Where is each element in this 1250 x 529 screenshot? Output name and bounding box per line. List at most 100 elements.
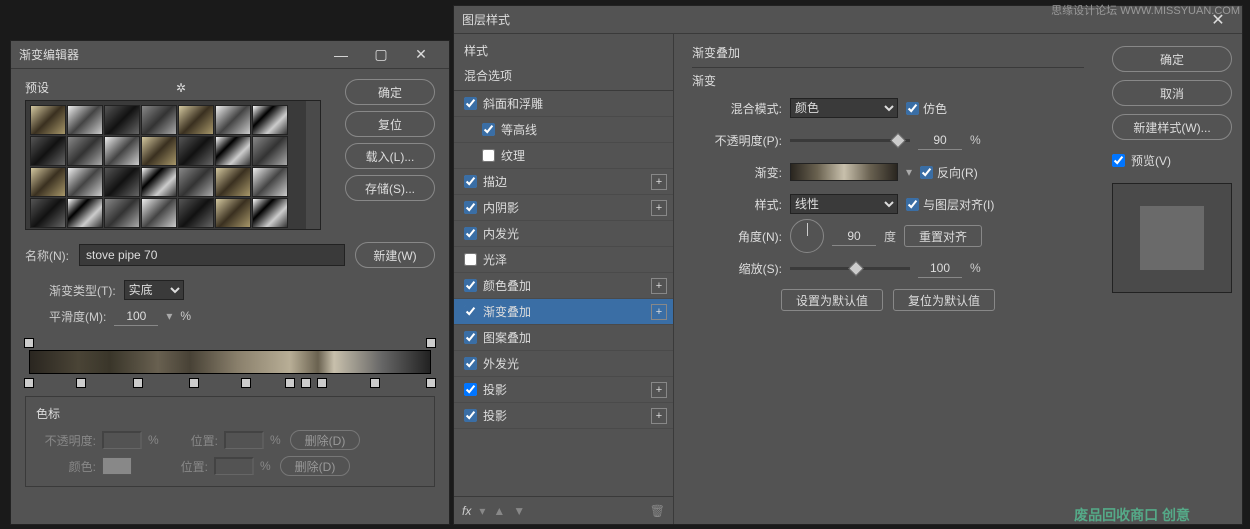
- new-style-button[interactable]: 新建样式(W)...: [1112, 114, 1232, 140]
- color-stop[interactable]: [24, 378, 34, 388]
- pattern-overlay-checkbox[interactable]: [464, 331, 477, 344]
- dither-checkbox[interactable]: [906, 102, 919, 115]
- preset-swatch[interactable]: [67, 136, 103, 166]
- preset-swatch[interactable]: [30, 167, 66, 197]
- preset-swatch[interactable]: [141, 167, 177, 197]
- stop-position-input[interactable]: [214, 457, 254, 475]
- stop-opacity-input[interactable]: [102, 431, 142, 449]
- style-item-inner-glow[interactable]: 内发光: [454, 221, 673, 247]
- reset-align-button[interactable]: 重置对齐: [904, 225, 982, 247]
- outer-glow-checkbox[interactable]: [464, 357, 477, 370]
- style-item-stroke[interactable]: 描边+: [454, 169, 673, 195]
- stop-position-input[interactable]: [224, 431, 264, 449]
- preset-swatch[interactable]: [104, 167, 140, 197]
- add-color-overlay-button[interactable]: +: [651, 278, 667, 294]
- bevel-checkbox[interactable]: [464, 97, 477, 110]
- add-drop-shadow-button[interactable]: +: [651, 408, 667, 424]
- contour-checkbox[interactable]: [482, 123, 495, 136]
- style-item-satin[interactable]: 光泽: [454, 247, 673, 273]
- preset-swatch[interactable]: [215, 136, 251, 166]
- delete-stop-button[interactable]: 删除(D): [290, 430, 360, 450]
- preset-swatch[interactable]: [252, 136, 288, 166]
- preset-swatch[interactable]: [67, 105, 103, 135]
- gradient-preview-button[interactable]: [790, 163, 898, 181]
- arrow-up-icon[interactable]: ▲: [493, 504, 505, 518]
- preset-swatch[interactable]: [141, 136, 177, 166]
- color-stop[interactable]: [301, 378, 311, 388]
- save-button[interactable]: 存储(S)...: [345, 175, 435, 201]
- chevron-down-icon[interactable]: ▾: [166, 309, 172, 323]
- color-stop[interactable]: [133, 378, 143, 388]
- set-default-button[interactable]: 设置为默认值: [781, 289, 883, 311]
- inner-glow-checkbox[interactable]: [464, 227, 477, 240]
- drop-shadow-1-checkbox[interactable]: [464, 383, 477, 396]
- angle-value-input[interactable]: [832, 226, 876, 246]
- arrow-down-icon[interactable]: ▼: [513, 504, 525, 518]
- blend-mode-select[interactable]: 颜色: [790, 98, 898, 118]
- preset-swatch[interactable]: [252, 167, 288, 197]
- preset-swatch[interactable]: [178, 167, 214, 197]
- inner-shadow-checkbox[interactable]: [464, 201, 477, 214]
- color-stop[interactable]: [285, 378, 295, 388]
- trash-icon[interactable]: 🗑: [650, 504, 665, 518]
- gradient-name-input[interactable]: [79, 244, 345, 266]
- preset-swatch[interactable]: [30, 136, 66, 166]
- load-button[interactable]: 载入(L)...: [345, 143, 435, 169]
- color-stop[interactable]: [241, 378, 251, 388]
- add-gradient-overlay-button[interactable]: +: [651, 304, 667, 320]
- reset-default-button[interactable]: 复位为默认值: [893, 289, 995, 311]
- preset-swatch[interactable]: [104, 198, 140, 228]
- style-item-outer-glow[interactable]: 外发光: [454, 351, 673, 377]
- add-drop-shadow-button[interactable]: +: [651, 382, 667, 398]
- preset-swatch[interactable]: [67, 198, 103, 228]
- style-item-color-overlay[interactable]: 颜色叠加+: [454, 273, 673, 299]
- gradient-bar[interactable]: [29, 350, 431, 374]
- style-item-drop-shadow-2[interactable]: 投影+: [454, 403, 673, 429]
- close-icon[interactable]: ✕: [401, 41, 441, 69]
- scale-value-input[interactable]: [918, 258, 962, 278]
- preset-swatch[interactable]: [178, 136, 214, 166]
- styles-header[interactable]: 样式: [454, 34, 673, 63]
- reset-button[interactable]: 复位: [345, 111, 435, 137]
- preset-swatch[interactable]: [178, 198, 214, 228]
- preset-swatch[interactable]: [215, 167, 251, 197]
- preset-swatch[interactable]: [141, 198, 177, 228]
- minimize-icon[interactable]: —: [321, 41, 361, 69]
- style-item-inner-shadow[interactable]: 内阴影+: [454, 195, 673, 221]
- ok-button[interactable]: 确定: [345, 79, 435, 105]
- style-item-texture[interactable]: 纹理: [454, 143, 673, 169]
- style-item-contour[interactable]: 等高线: [454, 117, 673, 143]
- color-overlay-checkbox[interactable]: [464, 279, 477, 292]
- gradient-style-select[interactable]: 线性: [790, 194, 898, 214]
- drop-shadow-2-checkbox[interactable]: [464, 409, 477, 422]
- preset-swatch[interactable]: [30, 105, 66, 135]
- color-stop[interactable]: [76, 378, 86, 388]
- color-stop[interactable]: [426, 378, 436, 388]
- add-stroke-button[interactable]: +: [651, 174, 667, 190]
- fx-icon[interactable]: fx: [462, 504, 471, 518]
- delete-stop-button[interactable]: 删除(D): [280, 456, 350, 476]
- blend-options-item[interactable]: 混合选项: [454, 63, 673, 91]
- reverse-checkbox[interactable]: [920, 166, 933, 179]
- color-stop[interactable]: [189, 378, 199, 388]
- preset-swatch[interactable]: [252, 198, 288, 228]
- align-layer-checkbox[interactable]: [906, 198, 919, 211]
- chevron-down-icon[interactable]: ▾: [479, 504, 485, 518]
- gear-icon[interactable]: ✲: [176, 81, 327, 95]
- new-button[interactable]: 新建(W): [355, 242, 435, 268]
- preset-swatch[interactable]: [67, 167, 103, 197]
- preset-swatch[interactable]: [104, 136, 140, 166]
- opacity-value-input[interactable]: [918, 130, 962, 150]
- color-stop[interactable]: [317, 378, 327, 388]
- color-stop[interactable]: [370, 378, 380, 388]
- stop-color-chip[interactable]: [102, 457, 132, 475]
- gradient-type-select[interactable]: 实底: [124, 280, 184, 300]
- satin-checkbox[interactable]: [464, 253, 477, 266]
- preview-checkbox[interactable]: [1112, 154, 1125, 167]
- preset-swatch[interactable]: [141, 105, 177, 135]
- smoothness-input[interactable]: [114, 306, 158, 326]
- gradient-editor-titlebar[interactable]: 渐变编辑器 — ▢ ✕: [11, 41, 449, 69]
- gradient-overlay-checkbox[interactable]: [464, 305, 477, 318]
- stroke-checkbox[interactable]: [464, 175, 477, 188]
- preset-swatch[interactable]: [215, 198, 251, 228]
